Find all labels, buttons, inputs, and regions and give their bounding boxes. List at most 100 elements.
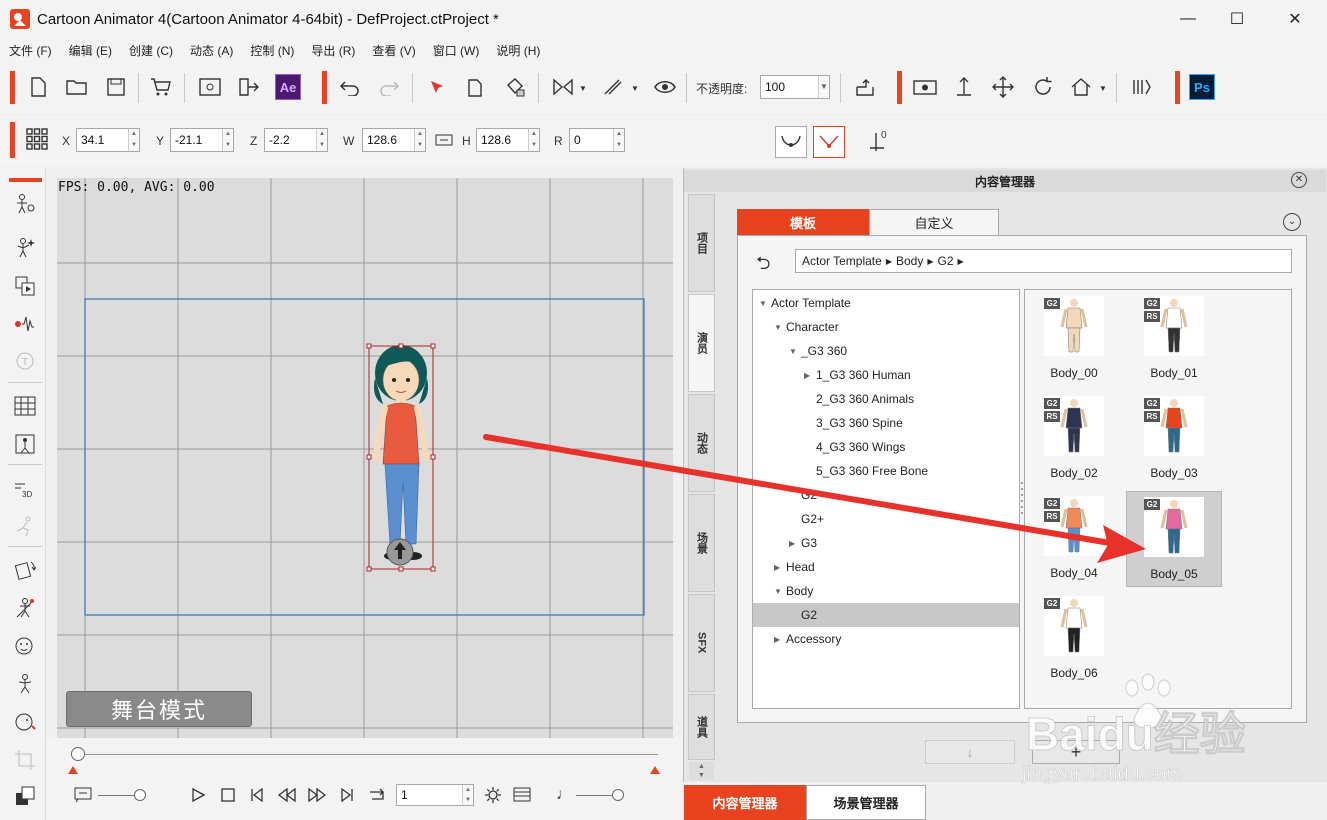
tree-item[interactable]: ▼ Actor Template xyxy=(753,291,1019,315)
tree-item[interactable]: ▼ _G3 360 xyxy=(753,339,1019,363)
photoshop-button[interactable]: Ps xyxy=(1189,74,1215,100)
crop-icon[interactable] xyxy=(13,748,37,772)
chevron-down-icon[interactable]: ▼ xyxy=(818,76,829,98)
bottom-tab-content-manager[interactable]: 内容管理器 xyxy=(684,785,806,820)
side-tab-scroll[interactable]: ▲ ▼ xyxy=(689,762,714,780)
add-button[interactable]: + xyxy=(1032,740,1120,764)
side-tab-props[interactable]: 道具 xyxy=(688,694,715,760)
transform-rotate-icon[interactable] xyxy=(13,558,37,582)
chevron-down-icon[interactable]: ▼ xyxy=(789,347,797,356)
speed-slider-thumb[interactable] xyxy=(134,789,146,801)
media-composer-icon[interactable] xyxy=(13,274,37,298)
z-input[interactable]: -2.2 ▲ ▼ xyxy=(264,128,328,152)
r-input[interactable]: 0 ▲ ▼ xyxy=(569,128,625,152)
face-puppet-icon[interactable] xyxy=(13,634,37,658)
range-end-marker[interactable] xyxy=(650,766,660,774)
motion-pose-icon[interactable] xyxy=(13,236,37,260)
tree-item[interactable]: ▶ Head xyxy=(753,555,1019,579)
tab-custom[interactable]: 自定义 xyxy=(869,209,999,235)
pivot-move-icon[interactable] xyxy=(386,538,414,566)
face-key-icon[interactable] xyxy=(13,710,37,734)
menu-export[interactable]: 导出 (R) xyxy=(302,42,363,59)
stepper-arrows[interactable]: ▲ ▼ xyxy=(528,129,539,151)
menu-help[interactable]: 说明 (H) xyxy=(487,42,548,59)
select-arrow-icon[interactable] xyxy=(424,74,450,100)
bottom-tab-scene-manager[interactable]: 场景管理器 xyxy=(806,785,926,820)
volume-slider-thumb[interactable] xyxy=(612,789,624,801)
store-cart-icon[interactable] xyxy=(148,74,174,100)
menu-view[interactable]: 查看 (V) xyxy=(363,42,423,59)
after-effects-button[interactable]: Ae xyxy=(275,74,301,100)
minimize-button[interactable]: — xyxy=(1163,0,1213,38)
move-all-icon[interactable] xyxy=(990,74,1016,100)
play-icon[interactable] xyxy=(191,787,206,805)
apply-down-button[interactable]: ↓ xyxy=(925,740,1015,764)
character-composer-icon[interactable] xyxy=(13,192,37,216)
first-frame-icon[interactable] xyxy=(250,787,264,805)
camera-view-icon[interactable] xyxy=(912,74,938,100)
tree-item[interactable]: G2 xyxy=(753,603,1019,627)
side-tab-motion[interactable]: 动态 xyxy=(688,394,715,492)
save-icon[interactable] xyxy=(103,74,129,100)
loop-icon[interactable] xyxy=(368,788,386,805)
paint-bucket-icon[interactable] xyxy=(502,74,528,100)
asset-item[interactable]: G2 RS Body_04 xyxy=(1026,491,1122,587)
home-icon[interactable] xyxy=(1068,74,1094,100)
timeline-track[interactable] xyxy=(76,754,658,755)
stepper-arrows[interactable]: ▲ ▼ xyxy=(316,129,327,151)
ease-out-icon[interactable] xyxy=(813,126,845,158)
subtitle-icon[interactable] xyxy=(74,787,92,806)
close-icon[interactable]: ✕ xyxy=(1291,172,1307,188)
settings-gear-icon[interactable] xyxy=(484,786,502,807)
render-preview-icon[interactable] xyxy=(197,74,223,100)
side-tab-scene[interactable]: 场景 xyxy=(688,494,715,592)
attach-icon[interactable] xyxy=(852,74,878,100)
tree-item[interactable]: ▶ Accessory xyxy=(753,627,1019,651)
run-motion-icon[interactable] xyxy=(13,514,37,538)
chevron-down-icon[interactable]: ▼ xyxy=(579,84,587,93)
menu-control[interactable]: 控制 (N) xyxy=(241,42,302,59)
tree-item[interactable]: ▼ Character xyxy=(753,315,1019,339)
timeline-scrubber[interactable] xyxy=(71,747,85,761)
x-input[interactable]: 34.1 ▲ ▼ xyxy=(76,128,140,152)
chevron-down-icon[interactable]: ▼ xyxy=(631,84,639,93)
menu-edit[interactable]: 编辑 (E) xyxy=(60,42,120,59)
menu-animation[interactable]: 动态 (A) xyxy=(181,42,241,59)
move-vertical-icon[interactable] xyxy=(951,74,977,100)
asset-item[interactable]: G2 RS Body_03 xyxy=(1126,391,1222,487)
tree-item[interactable]: 2_G3 360 Animals xyxy=(753,387,1019,411)
bone-editor-icon[interactable] xyxy=(13,432,37,456)
sprite-grid-icon[interactable] xyxy=(13,394,37,418)
rotate-icon[interactable] xyxy=(1030,74,1056,100)
stage-viewport[interactable] xyxy=(57,178,673,738)
ease-in-icon[interactable] xyxy=(775,126,807,158)
opacity-input[interactable]: 100 ▼ xyxy=(760,75,830,99)
h-input[interactable]: 128.6 ▲ ▼ xyxy=(476,128,540,152)
w-input[interactable]: 128.6 ▲ ▼ xyxy=(362,128,426,152)
3d-head-icon[interactable]: 3D xyxy=(13,478,37,502)
stepper-arrows[interactable]: ▲ ▼ xyxy=(462,785,473,805)
frame-input[interactable]: 1 ▲ ▼ xyxy=(396,784,474,806)
puppet-icon[interactable] xyxy=(13,596,37,620)
chevron-down-icon[interactable]: ▼ xyxy=(774,323,782,332)
range-start-marker[interactable] xyxy=(68,766,78,774)
side-tab-sfx[interactable]: SFX xyxy=(688,594,715,692)
asset-item[interactable]: G2 Body_06 xyxy=(1026,591,1122,687)
tree-item[interactable]: 4_G3 360 Wings xyxy=(753,435,1019,459)
visibility-eye-icon[interactable] xyxy=(652,74,678,100)
align-icon[interactable] xyxy=(600,74,626,100)
breadcrumb-item[interactable]: Body xyxy=(896,254,923,268)
breadcrumb-item[interactable]: Actor Template xyxy=(802,254,882,268)
tree-item[interactable]: 5_G3 360 Free Bone xyxy=(753,459,1019,483)
chevron-down-icon[interactable]: ▼ xyxy=(1099,84,1107,93)
undo-icon[interactable] xyxy=(337,74,363,100)
chevron-right-icon[interactable]: ▶ xyxy=(774,563,780,572)
pivot-zero-icon[interactable] xyxy=(866,128,892,154)
split-view-icon[interactable] xyxy=(1128,74,1154,100)
side-tab-project[interactable]: 项目 xyxy=(688,194,715,292)
stepper-arrows[interactable]: ▲ ▼ xyxy=(128,129,139,151)
tree-item[interactable]: ▶ 1_G3 360 Human xyxy=(753,363,1019,387)
flip-icon[interactable] xyxy=(550,74,576,100)
tree-item[interactable]: ▶ G3 xyxy=(753,531,1019,555)
body-puppet-icon[interactable] xyxy=(13,672,37,696)
